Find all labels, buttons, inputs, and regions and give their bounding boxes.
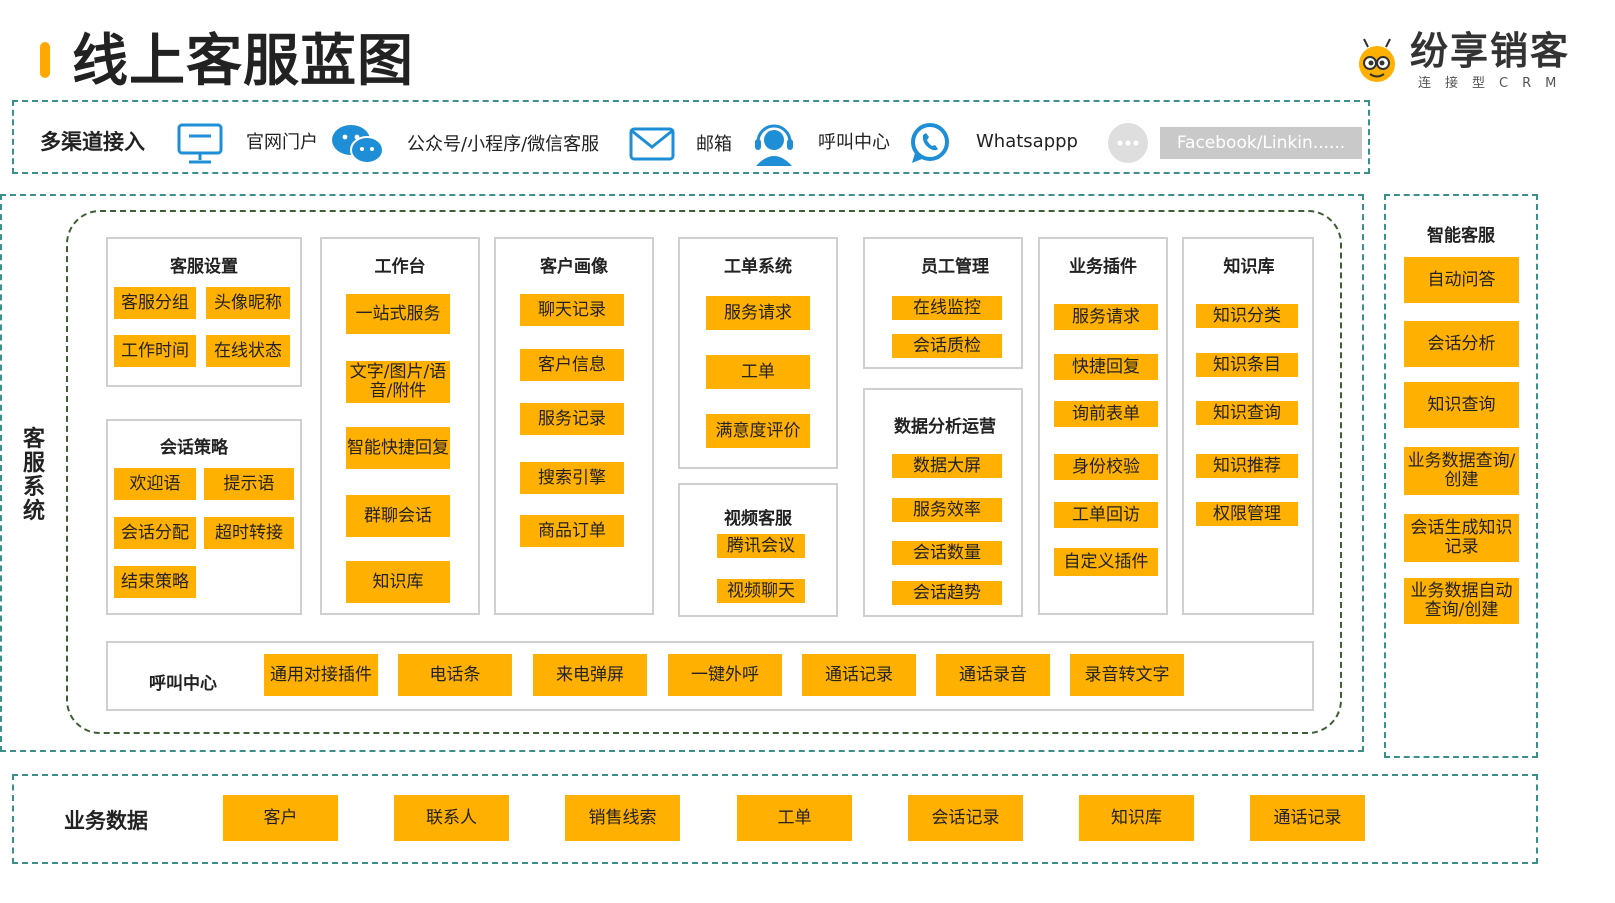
chip-data-knowledge: 知识库 [1079,795,1194,841]
channel-label-mail: 邮箱 [696,134,732,155]
channels-label: 多渠道接入 [40,130,145,154]
chip-call-outbound: 一键外呼 [668,654,782,696]
chip-strategy-welcome: 欢迎语 [114,468,196,500]
whatsapp-icon [911,123,949,163]
more-icon [1108,123,1148,163]
chip-call-plugin: 通用对接插件 [264,654,378,696]
chip-strategy-hint: 提示语 [204,468,294,500]
chip-knowledge-entry: 知识条目 [1196,353,1298,377]
module-settings-title: 客服设置 [170,257,238,277]
chip-portrait-search: 搜索引擎 [520,462,624,494]
channel-label-callcenter: 呼叫中心 [818,132,890,153]
module-knowledge [1182,237,1314,615]
chip-analytics-volume: 会话数量 [892,541,1002,565]
channel-label-wechat: 公众号/小程序/微信客服 [407,134,600,155]
channel-label-more: Facebook/Linkin...... [1160,127,1362,159]
chip-smart-bizquery: 业务数据查询/创建 [1404,447,1519,495]
chip-strategy-end: 结束策略 [114,566,196,598]
chip-plugins-preform: 询前表单 [1054,401,1158,427]
chip-call-popup: 来电弹屏 [533,654,647,696]
smart-service-title: 智能客服 [1427,226,1495,246]
chip-knowledge-category: 知识分类 [1196,304,1298,328]
bee-logo-icon [1359,38,1395,82]
chip-portrait-info: 客户信息 [520,349,624,381]
chip-smart-genknowledge: 会话生成知识记录 [1404,514,1519,562]
chip-video-chat: 视频聊天 [717,579,805,603]
chip-portrait-orders: 商品订单 [520,515,624,547]
chip-workbench-onestop: 一站式服务 [346,294,450,334]
channel-label-website: 官网门户 [246,132,318,153]
chip-workbench-knowledge: 知识库 [346,561,450,603]
chip-call-phonebar: 电话条 [398,654,512,696]
chip-analytics-trend: 会话趋势 [892,581,1002,605]
wechat-icon [332,125,384,164]
chip-settings-group: 客服分组 [114,287,196,319]
module-ticket-title: 工单系统 [724,257,792,277]
brand-subtitle: 连接型CRM [1418,76,1571,91]
chip-analytics-screen: 数据大屏 [892,454,1002,478]
chip-workbench-media: 文字/图片/语音/附件 [346,361,450,403]
chip-analytics-efficiency: 服务效率 [892,498,1002,522]
chip-portrait-chatlog: 聊天记录 [520,294,624,326]
chip-settings-avatar: 头像昵称 [206,287,290,319]
module-plugins-title: 业务插件 [1069,257,1137,277]
chip-data-ticket: 工单 [737,795,852,841]
chip-strategy-assign: 会话分配 [114,517,196,549]
channel-label-whatsapp: Whatsappp [976,131,1078,152]
chip-portrait-service: 服务记录 [520,403,624,435]
module-portrait-title: 客户画像 [540,257,608,277]
module-knowledge-title: 知识库 [1223,257,1275,277]
headset-icon [755,124,793,166]
chip-ticket-request: 服务请求 [706,296,810,330]
chip-data-contact: 联系人 [394,795,509,841]
chip-knowledge-permission: 权限管理 [1196,502,1298,526]
mail-icon [629,127,675,161]
chip-plugins-custom: 自定义插件 [1054,548,1158,576]
chip-data-customer: 客户 [223,795,338,841]
module-strategy-title: 会话策略 [160,438,228,458]
chip-settings-status: 在线状态 [206,335,290,367]
service-system-label: 客服系统 [22,427,45,524]
module-workbench-title: 工作台 [374,257,426,277]
chip-smart-analysis: 会话分析 [1404,321,1519,367]
chip-plugins-quickreply: 快捷回复 [1054,354,1158,380]
chip-workbench-groupchat: 群聊会话 [346,495,450,537]
monitor-icon [177,123,223,164]
chip-smart-autoqa: 自动问答 [1404,257,1519,303]
module-video-title: 视频客服 [724,509,792,529]
chip-video-tencent: 腾讯会议 [717,534,805,558]
business-data-label: 业务数据 [64,809,148,833]
chip-staff-monitor: 在线监控 [892,296,1002,320]
title-accent-bar [40,42,50,78]
chip-smart-autobiz: 业务数据自动查询/创建 [1404,578,1519,624]
chip-knowledge-query: 知识查询 [1196,401,1298,425]
chip-ticket-satisfaction: 满意度评价 [706,414,810,448]
chip-ticket-ticket: 工单 [706,355,810,389]
chip-call-log: 通话记录 [802,654,916,696]
chip-plugins-revisit: 工单回访 [1054,502,1158,528]
chip-call-transcribe: 录音转文字 [1070,654,1184,696]
chip-plugins-identity: 身份校验 [1054,454,1158,480]
chip-data-session: 会话记录 [908,795,1023,841]
chip-knowledge-recommend: 知识推荐 [1196,454,1298,478]
brand-name: 纷享销客 [1410,29,1571,73]
chip-plugins-request: 服务请求 [1054,304,1158,330]
chip-staff-qa: 会话质检 [892,334,1002,358]
module-staff-title: 员工管理 [921,257,989,277]
chip-strategy-timeout: 超时转接 [204,517,294,549]
module-callcenter-title: 呼叫中心 [149,674,217,694]
chip-data-calllog: 通话记录 [1250,795,1365,841]
chip-data-lead: 销售线索 [565,795,680,841]
page-title: 线上客服蓝图 [72,29,414,94]
chip-workbench-quickreply: 智能快捷回复 [346,427,450,469]
module-analytics-title: 数据分析运营 [894,417,996,437]
chip-smart-knowledge: 知识查询 [1404,382,1519,428]
chip-settings-hours: 工作时间 [114,335,196,367]
chip-call-recording: 通话录音 [936,654,1050,696]
